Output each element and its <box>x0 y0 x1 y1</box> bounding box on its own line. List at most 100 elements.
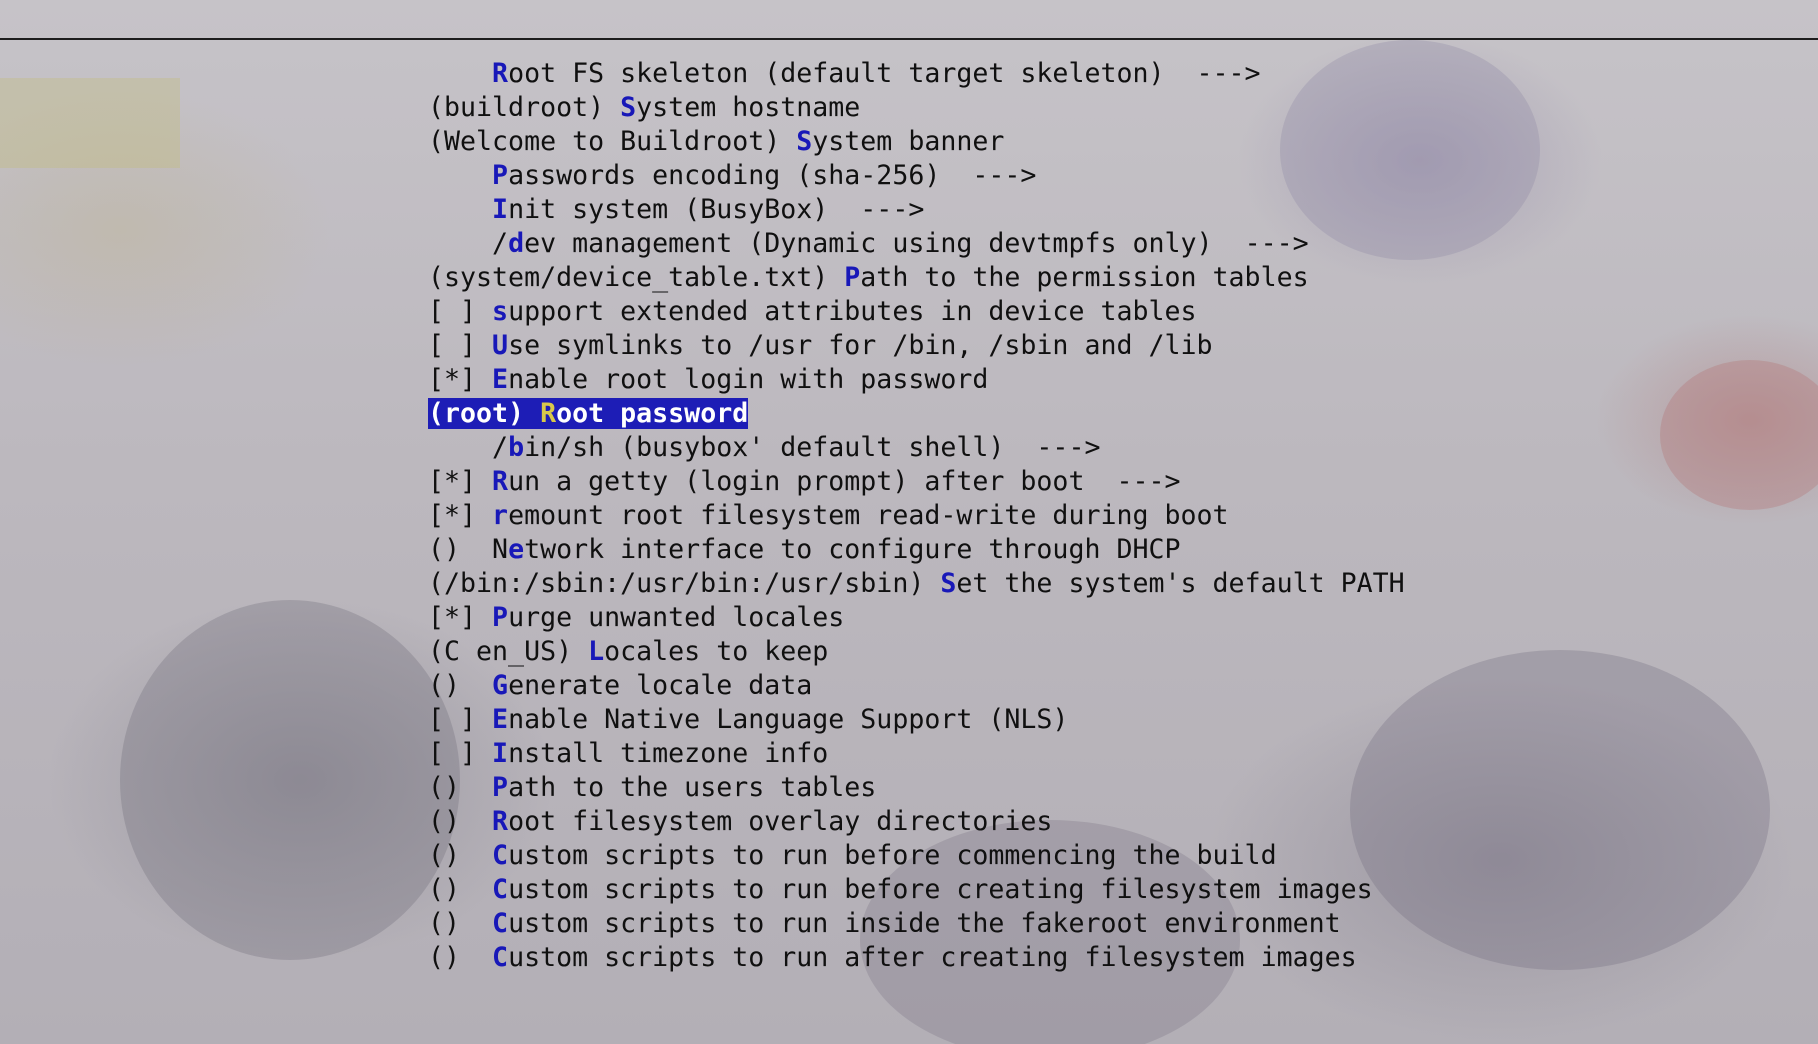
menu-item-hotkey: C <box>492 908 509 939</box>
menu-item-label: oot filesystem overlay directories <box>508 806 1053 837</box>
menu-item-prefix: (system/device_table.txt) <box>428 262 845 293</box>
menu-item-text: Init system (BusyBox) ---> <box>428 194 924 225</box>
menu-item-label: et the system's default PATH <box>956 568 1405 599</box>
menu-item-label: ath to the permission tables <box>860 262 1309 293</box>
menu-item[interactable]: [ ] Use symlinks to /usr for /bin, /sbin… <box>428 329 1405 363</box>
menu-item-hotkey: P <box>492 602 509 633</box>
menu-item-hotkey: S <box>796 126 813 157</box>
menu-item[interactable]: Passwords encoding (sha-256) ---> <box>428 159 1405 193</box>
menu-item[interactable]: Init system (BusyBox) ---> <box>428 193 1405 227</box>
menu-item-label: emount root filesystem read-write during… <box>508 500 1229 531</box>
menu-item[interactable]: () Custom scripts to run inside the fake… <box>428 907 1405 941</box>
menu-item[interactable]: [*] Run a getty (login prompt) after boo… <box>428 465 1405 499</box>
menu-item[interactable]: [ ] Install timezone info <box>428 737 1405 771</box>
menu-item-text: /dev management (Dynamic using devtmpfs … <box>428 228 1309 259</box>
background-sign <box>0 78 180 168</box>
menu-item-prefix: [*] <box>428 364 493 395</box>
menu-item-prefix: () <box>428 806 493 837</box>
menu-item-text: (system/device_table.txt) Path to the pe… <box>428 262 1309 293</box>
menu-item[interactable]: () Network interface to configure throug… <box>428 533 1405 567</box>
menu-item[interactable]: [*] Enable root login with password <box>428 363 1405 397</box>
menu-item-text: () Root filesystem overlay directories <box>428 806 1052 837</box>
menu-item-hotkey: R <box>492 58 509 89</box>
menu-item-text: () Network interface to configure throug… <box>428 534 1181 565</box>
menu-item-label: urge unwanted locales <box>508 602 845 633</box>
menu-item-label: ustom scripts to run before commencing t… <box>508 840 1277 871</box>
menu-item-prefix <box>428 58 492 89</box>
menu-item-text: (root) Root password <box>428 398 749 429</box>
menu-item-label: nstall timezone info <box>508 738 829 769</box>
menu-item[interactable]: () Generate locale data <box>428 669 1405 703</box>
menu-item-hotkey: C <box>492 942 509 973</box>
menu-item-hotkey: P <box>844 262 861 293</box>
menu-item-hotkey: L <box>588 636 605 667</box>
menu-item-prefix: () N <box>428 534 509 565</box>
background-shape <box>1350 650 1770 970</box>
menu-item[interactable]: (root) Root password <box>428 397 1405 431</box>
menu-item-label: ystem banner <box>812 126 1005 157</box>
menu-item[interactable]: [ ] support extended attributes in devic… <box>428 295 1405 329</box>
menu-item-label: ustom scripts to run before creating fil… <box>508 874 1373 905</box>
menu-item[interactable]: Root FS skeleton (default target skeleto… <box>428 57 1405 91</box>
menu-item-text: [*] remount root filesystem read-write d… <box>428 500 1229 531</box>
menu-item-prefix: () <box>428 772 493 803</box>
menu-item-hotkey: R <box>540 398 557 429</box>
menu-item-label: ath to the users tables <box>508 772 877 803</box>
menu-item-label: ustom scripts to run inside the fakeroot… <box>508 908 1341 939</box>
menu-item-prefix: [*] <box>428 466 493 497</box>
menu-item-label: ocales to keep <box>604 636 829 667</box>
menu-item[interactable]: () Custom scripts to run before creating… <box>428 873 1405 907</box>
menu-item-label: ustom scripts to run after creating file… <box>508 942 1357 973</box>
menu-item-hotkey: G <box>492 670 509 701</box>
menu-item-label: oot password <box>556 398 749 429</box>
menu-item-prefix: () <box>428 908 493 939</box>
menu-item[interactable]: () Custom scripts to run after creating … <box>428 941 1405 975</box>
menu-item-prefix <box>428 194 492 225</box>
config-menu-list: Root FS skeleton (default target skeleto… <box>428 57 1405 975</box>
menu-item-text: [ ] support extended attributes in devic… <box>428 296 1197 327</box>
menu-item-hotkey: R <box>492 806 509 837</box>
menu-item-hotkey: b <box>508 432 525 463</box>
background-shape <box>120 600 460 960</box>
menu-item[interactable]: (C en_US) Locales to keep <box>428 635 1405 669</box>
menu-item-prefix: (Welcome to Buildroot) <box>428 126 797 157</box>
menu-item[interactable]: [*] remount root filesystem read-write d… <box>428 499 1405 533</box>
menu-item[interactable]: (system/device_table.txt) Path to the pe… <box>428 261 1405 295</box>
menu-item[interactable]: (/bin:/sbin:/usr/bin:/usr/sbin) Set the … <box>428 567 1405 601</box>
menu-item-prefix: () <box>428 670 493 701</box>
menu-item[interactable]: () Custom scripts to run before commenci… <box>428 839 1405 873</box>
menu-item-label: twork interface to configure through DHC… <box>524 534 1181 565</box>
menu-item-prefix: (C en_US) <box>428 636 589 667</box>
menu-item[interactable]: /dev management (Dynamic using devtmpfs … <box>428 227 1405 261</box>
menu-item[interactable]: [ ] Enable Native Language Support (NLS) <box>428 703 1405 737</box>
menu-item-prefix: [ ] <box>428 296 493 327</box>
menu-item-hotkey: S <box>620 92 637 123</box>
menu-item-prefix: [ ] <box>428 330 493 361</box>
menu-item[interactable]: () Path to the users tables <box>428 771 1405 805</box>
menu-item-hotkey: U <box>492 330 509 361</box>
menu-item[interactable]: [*] Purge unwanted locales <box>428 601 1405 635</box>
menu-item-hotkey: I <box>492 194 509 225</box>
menu-item-text: [ ] Use symlinks to /usr for /bin, /sbin… <box>428 330 1213 361</box>
menu-item-prefix: (/bin:/sbin:/usr/bin:/usr/sbin) <box>428 568 941 599</box>
menu-item-label: ev management (Dynamic using devtmpfs on… <box>524 228 1309 259</box>
menu-item[interactable]: (buildroot) System hostname <box>428 91 1405 125</box>
menu-item-label: se symlinks to /usr for /bin, /sbin and … <box>508 330 1213 361</box>
menu-item-hotkey: d <box>508 228 525 259</box>
menu-item[interactable]: /bin/sh (busybox' default shell) ---> <box>428 431 1405 465</box>
menu-item-label: nit system (BusyBox) ---> <box>508 194 925 225</box>
menu-item-prefix: [ ] <box>428 704 493 735</box>
menu-item-text: Root FS skeleton (default target skeleto… <box>428 58 1261 89</box>
background-shape <box>1660 360 1818 510</box>
top-divider <box>0 38 1818 40</box>
menu-item[interactable]: (Welcome to Buildroot) System banner <box>428 125 1405 159</box>
menu-item[interactable]: () Root filesystem overlay directories <box>428 805 1405 839</box>
menu-item-text: (Welcome to Buildroot) System banner <box>428 126 1004 157</box>
menu-item-prefix: [ ] <box>428 738 493 769</box>
menu-item-hotkey: R <box>492 466 509 497</box>
menu-item-hotkey: r <box>492 500 509 531</box>
menu-item-hotkey: E <box>492 364 509 395</box>
menu-item-text: [*] Enable root login with password <box>428 364 988 395</box>
menu-item-hotkey: P <box>492 772 509 803</box>
menu-item-text: [ ] Enable Native Language Support (NLS) <box>428 704 1068 735</box>
